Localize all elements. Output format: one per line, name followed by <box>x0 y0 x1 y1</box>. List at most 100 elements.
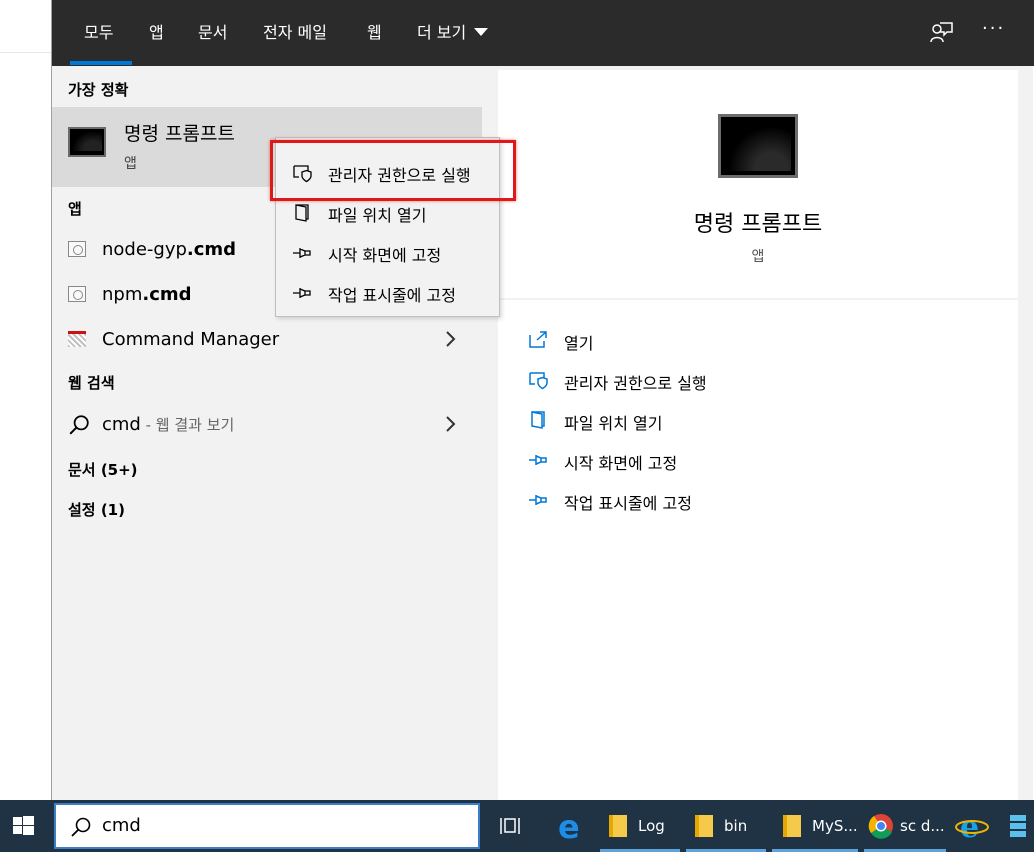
action-label: 작업 표시줄에 고정 <box>564 494 692 513</box>
app-name: node-gyp <box>102 239 187 260</box>
taskbar-item-label: MyS... <box>812 817 858 835</box>
feedback-icon[interactable] <box>928 20 954 46</box>
shield-icon <box>529 372 548 390</box>
context-menu-pin-to-start[interactable]: 시작 화면에 고정 <box>276 232 499 272</box>
app-name: npm <box>102 284 143 305</box>
tab-apps-label: 앱 <box>149 23 164 42</box>
details-title: 명령 프롬프트 <box>693 212 823 237</box>
action-label: 시작 화면에 고정 <box>564 454 678 473</box>
list-item-web-search[interactable]: cmd - 웹 결과 보기 <box>52 403 482 447</box>
tab-apps[interactable]: 앱 <box>149 0 164 66</box>
windows-logo-icon <box>13 816 34 835</box>
taskbar-internet-explorer[interactable]: e <box>950 800 994 852</box>
web-suffix: - 웹 결과 보기 <box>140 416 235 434</box>
context-menu-label: 파일 위치 열기 <box>328 206 427 225</box>
taskbar: e Log bin MyS... sc d... e <box>0 800 1034 852</box>
apps-header: 앱 <box>68 200 82 218</box>
command-prompt-icon <box>68 127 106 157</box>
tab-all[interactable]: 모두 <box>84 0 113 66</box>
best-match-subtitle: 앱 <box>124 156 137 172</box>
tab-more-label: 더 보기 <box>417 23 467 42</box>
details-subtitle: 앱 <box>751 249 765 265</box>
settings-header[interactable]: 설정 (1) <box>68 499 125 520</box>
tab-email[interactable]: 전자 메일 <box>263 0 327 66</box>
scrollbar[interactable] <box>1020 66 1033 800</box>
pin-icon <box>529 455 547 465</box>
tab-email-label: 전자 메일 <box>263 23 327 42</box>
taskbar-item-log[interactable]: Log <box>600 800 680 852</box>
more-options-label: ··· <box>982 18 1006 39</box>
taskbar-item-bin[interactable]: bin <box>686 800 766 852</box>
background-divider <box>0 52 52 53</box>
active-tab-indicator <box>70 61 132 65</box>
list-item-label: npm.cmd <box>102 284 192 305</box>
internet-explorer-icon: e <box>955 810 989 845</box>
search-input[interactable] <box>102 815 462 836</box>
tab-web[interactable]: 웹 <box>367 0 382 66</box>
background-window <box>0 0 52 800</box>
web-search-header: 웹 검색 <box>68 374 115 392</box>
taskbar-item-chrome[interactable]: sc d... <box>864 800 946 852</box>
tab-more[interactable]: 더 보기 <box>417 0 489 66</box>
folder-icon <box>609 815 627 837</box>
chevron-right-icon[interactable] <box>444 415 458 433</box>
batch-file-icon <box>68 241 86 257</box>
highlight-box <box>270 140 516 201</box>
filter-tab-bar: 모두 앱 문서 전자 메일 웹 더 보기 ··· <box>52 0 1034 66</box>
tab-all-label: 모두 <box>84 23 114 42</box>
folder-icon <box>783 815 801 837</box>
app-ext: .cmd <box>142 284 192 305</box>
list-item-label: cmd - 웹 결과 보기 <box>102 414 234 435</box>
action-label: 열기 <box>564 334 594 353</box>
chevron-right-icon[interactable] <box>444 330 458 348</box>
app-ext: .cmd <box>186 239 237 260</box>
taskbar-item-label: bin <box>724 817 748 835</box>
folder-icon <box>695 815 713 837</box>
list-item-label: Command Manager <box>102 329 280 350</box>
documents-header[interactable]: 문서 (5+) <box>68 459 138 480</box>
search-icon <box>71 817 91 837</box>
context-menu-label: 시작 화면에 고정 <box>328 246 442 265</box>
context-menu-label: 작업 표시줄에 고정 <box>328 286 456 305</box>
pin-icon <box>529 495 547 505</box>
taskbar-item-label: Log <box>638 817 665 835</box>
task-view-icon <box>500 818 520 834</box>
taskbar-item-mys[interactable]: MyS... <box>772 800 858 852</box>
svg-text:e: e <box>960 810 979 845</box>
best-match-header: 가장 정확 <box>68 81 129 99</box>
chrome-icon <box>868 814 893 839</box>
taskbar-edge[interactable]: e <box>546 800 596 852</box>
task-view-button[interactable] <box>488 800 536 852</box>
list-item-command-manager[interactable]: Command Manager <box>52 318 482 362</box>
list-item-label: node-gyp.cmd <box>102 239 236 260</box>
svg-text:e: e <box>558 808 580 846</box>
action-label: 관리자 권한으로 실행 <box>564 374 707 393</box>
details-header: 명령 프롬프트 앱 <box>498 70 1018 300</box>
taskbar-server[interactable] <box>1000 800 1034 852</box>
web-query: cmd <box>102 414 141 435</box>
more-options-icon[interactable]: ··· <box>982 18 1008 44</box>
server-icon <box>1010 815 1026 837</box>
taskbar-search-box[interactable] <box>54 803 480 849</box>
chevron-down-icon <box>474 28 489 36</box>
batch-file-icon <box>68 286 86 302</box>
start-search-panel: 모두 앱 문서 전자 메일 웹 더 보기 ··· 가장 정확 명령 프롬프트 앱… <box>51 0 1034 800</box>
file-location-icon <box>295 204 309 222</box>
command-manager-icon <box>68 331 86 347</box>
context-menu-pin-to-taskbar[interactable]: 작업 표시줄에 고정 <box>276 272 499 312</box>
best-match-title: 명령 프롬프트 <box>124 123 235 145</box>
file-location-icon <box>531 411 545 429</box>
tab-documents-label: 문서 <box>198 23 228 42</box>
edge-icon: e <box>558 808 580 846</box>
details-pane: 명령 프롬프트 앱 열기 관리자 권한으로 실행 파일 위치 열기 시작 화면에… <box>498 70 1018 800</box>
tab-web-label: 웹 <box>367 23 382 42</box>
tab-documents[interactable]: 문서 <box>198 0 227 66</box>
command-prompt-icon <box>718 114 798 178</box>
open-icon <box>529 331 547 348</box>
action-label: 파일 위치 열기 <box>564 414 663 433</box>
taskbar-item-label: sc d... <box>900 817 945 835</box>
pin-icon <box>293 248 311 258</box>
pin-icon <box>293 288 311 298</box>
search-icon <box>69 415 89 435</box>
start-button[interactable] <box>0 800 48 852</box>
